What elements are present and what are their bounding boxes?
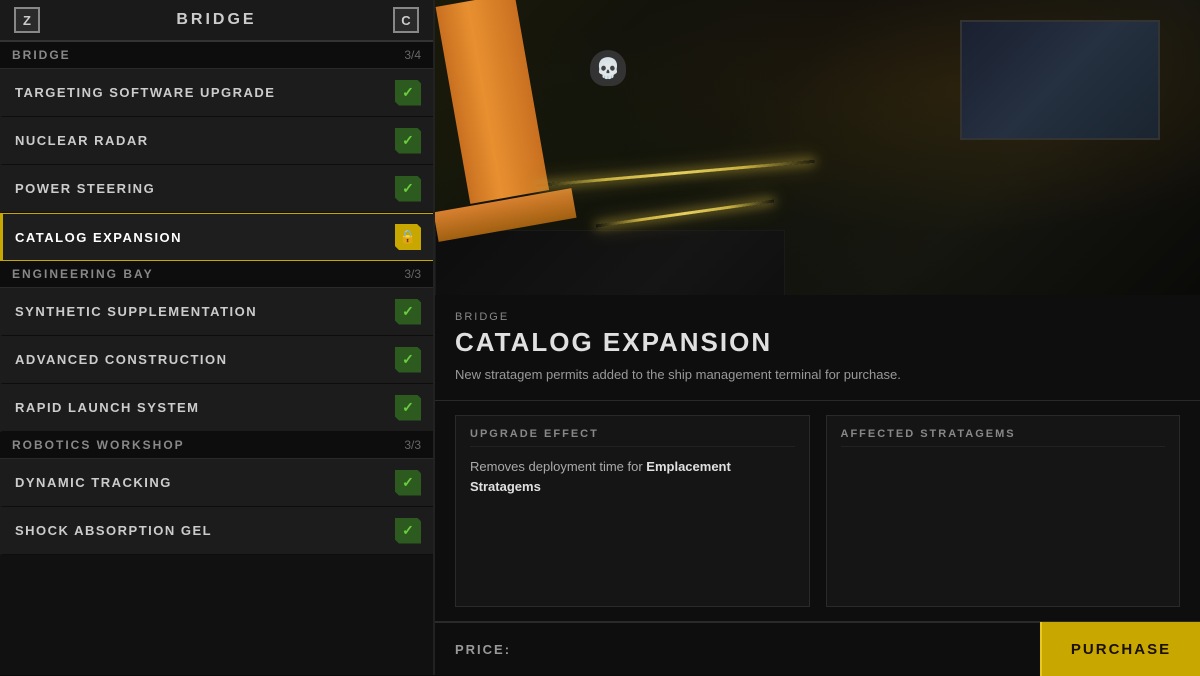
detail-description: New stratagem permits added to the ship … [455,366,1180,384]
section-robotics-count: 3/3 [404,438,421,452]
upgrade-effect-box: UPGRADE EFFECT Removes deployment time f… [455,415,810,607]
item-label: CATALOG EXPANSION [15,230,182,245]
upgrade-effect-label: UPGRADE EFFECT [470,428,795,447]
upgrade-effect-content: Removes deployment time for Emplacement … [470,457,795,496]
item-label: RAPID LAUNCH SYSTEM [15,400,200,415]
item-label: SHOCK ABSORPTION GEL [15,523,212,538]
section-engineering-label: ENGINEERING BAY [12,267,154,281]
item-rapid-launch-system[interactable]: RAPID LAUNCH SYSTEM [0,384,433,432]
footer-bar: PRICE: PURCHASE [435,621,1200,675]
affected-stratagems-box: AFFECTED STRATAGEMS [826,415,1181,607]
skull-icon: 💀 [590,50,626,86]
price-section: PRICE: [435,642,1040,657]
glow-line-main [535,160,814,187]
item-power-steering[interactable]: POWER STEERING [0,165,433,213]
section-robotics-label: ROBOTICS WORKSHOP [12,438,185,452]
check-icon [395,80,421,106]
item-targeting-software-upgrade[interactable]: TARGETING SOFTWARE UPGRADE [0,69,433,117]
left-panel: Z BRIDGE C BRIDGE 3/4 TARGETING SOFTWARE… [0,0,435,675]
check-icon [395,470,421,496]
check-icon [395,176,421,202]
purchase-button[interactable]: PURCHASE [1040,622,1200,676]
window-area [960,20,1160,140]
check-icon [395,395,421,421]
section-engineering-count: 3/3 [404,267,421,281]
upgrade-list: BRIDGE 3/4 TARGETING SOFTWARE UPGRADE NU… [0,42,433,675]
item-label: SYNTHETIC SUPPLEMENTATION [15,304,257,319]
item-label: ADVANCED CONSTRUCTION [15,352,228,367]
glow-line-secondary [596,199,775,227]
header-title: BRIDGE [176,11,256,29]
item-label: NUCLEAR RADAR [15,133,149,148]
header-bar: Z BRIDGE C [0,0,433,42]
section-bridge-header: BRIDGE 3/4 [0,42,433,69]
detail-category: BRIDGE [455,311,1180,323]
details-row: UPGRADE EFFECT Removes deployment time f… [435,401,1200,621]
check-icon [395,128,421,154]
ship-scene: 💀 [435,0,1200,295]
item-label: TARGETING SOFTWARE UPGRADE [15,85,275,100]
item-label: DYNAMIC TRACKING [15,475,172,490]
check-icon [395,518,421,544]
detail-name: CATALOG EXPANSION [455,327,1180,358]
upgrade-effect-text-normal: Removes deployment time for [470,459,646,474]
key-z[interactable]: Z [14,7,40,33]
section-robotics-header: ROBOTICS WORKSHOP 3/3 [0,432,433,459]
item-catalog-expansion[interactable]: CATALOG EXPANSION [0,213,433,261]
right-panel: 💀 BRIDGE CATALOG EXPANSION New stratagem… [435,0,1200,675]
section-bridge-count: 3/4 [404,48,421,62]
item-label: POWER STEERING [15,181,155,196]
item-dynamic-tracking[interactable]: DYNAMIC TRACKING [0,459,433,507]
detail-info-panel: BRIDGE CATALOG EXPANSION New stratagem p… [435,295,1200,401]
preview-image: 💀 [435,0,1200,295]
section-bridge-label: BRIDGE [12,48,71,62]
item-synthetic-supplementation[interactable]: SYNTHETIC SUPPLEMENTATION [0,288,433,336]
item-advanced-construction[interactable]: ADVANCED CONSTRUCTION [0,336,433,384]
check-icon [395,347,421,373]
item-nuclear-radar[interactable]: NUCLEAR RADAR [0,117,433,165]
lock-icon [395,224,421,250]
interior-panel [435,230,785,295]
item-shock-absorption-gel[interactable]: SHOCK ABSORPTION GEL [0,507,433,555]
affected-stratagems-label: AFFECTED STRATAGEMS [841,428,1166,447]
arm-structure [436,0,550,204]
key-c[interactable]: C [393,7,419,33]
section-engineering-header: ENGINEERING BAY 3/3 [0,261,433,288]
price-label: PRICE: [455,642,511,657]
check-icon [395,299,421,325]
